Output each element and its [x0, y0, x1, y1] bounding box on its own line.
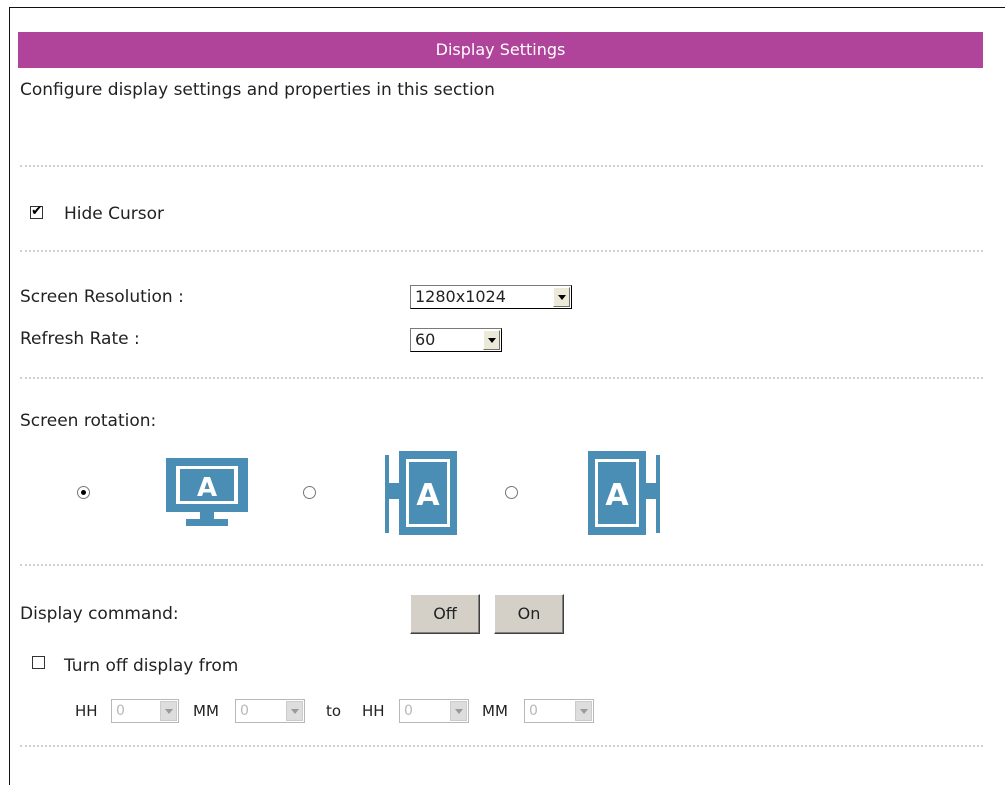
to-mm-label: MM	[482, 702, 508, 720]
display-on-button[interactable]: On	[494, 594, 564, 634]
portrait-right-letter: A	[605, 478, 629, 513]
chevron-down-icon[interactable]	[160, 701, 177, 721]
to-mm-value: 0	[529, 703, 538, 719]
refresh-rate-select[interactable]: 60	[410, 328, 502, 352]
divider	[20, 165, 983, 167]
portrait-right-icon[interactable]: A	[586, 449, 660, 537]
to-mm-select[interactable]: 0	[524, 699, 594, 723]
from-mm-value: 0	[240, 703, 249, 719]
divider	[20, 564, 983, 566]
divider	[20, 250, 983, 252]
from-hh-select[interactable]: 0	[111, 699, 179, 723]
screen-resolution-value: 1280x1024	[415, 287, 506, 306]
chevron-down-icon[interactable]	[553, 287, 570, 307]
screen-resolution-select[interactable]: 1280x1024	[410, 285, 572, 309]
chevron-down-icon[interactable]	[483, 330, 500, 350]
hide-cursor-label: Hide Cursor	[64, 204, 165, 224]
landscape-monitor-icon[interactable]: A	[164, 456, 250, 528]
screen-rotation-label: Screen rotation:	[20, 411, 157, 431]
from-hh-label: HH	[75, 702, 98, 720]
screen-resolution-label: Screen Resolution :	[20, 287, 184, 307]
portrait-left-icon[interactable]: A	[385, 449, 459, 537]
frame-top-border	[9, 7, 1005, 8]
portrait-left-letter: A	[416, 478, 440, 513]
check-icon: ✔	[31, 203, 43, 219]
section-header: Display Settings	[18, 32, 983, 68]
rotation-portrait-right-radio[interactable]	[505, 486, 518, 499]
chevron-down-icon[interactable]	[286, 701, 303, 721]
section-description: Configure display settings and propertie…	[20, 80, 495, 100]
refresh-rate-value: 60	[415, 330, 436, 349]
divider	[20, 745, 983, 747]
frame-left-border	[9, 7, 10, 785]
divider	[20, 377, 983, 379]
turn-off-display-checkbox[interactable]	[32, 656, 45, 669]
to-hh-label: HH	[362, 702, 385, 720]
chevron-down-icon[interactable]	[575, 701, 592, 721]
to-hh-value: 0	[404, 703, 413, 719]
display-command-label: Display command:	[20, 604, 179, 624]
turn-off-display-label: Turn off display from	[64, 656, 239, 676]
chevron-down-icon[interactable]	[450, 701, 467, 721]
to-hh-select[interactable]: 0	[399, 699, 469, 723]
rotation-landscape-radio[interactable]	[77, 486, 90, 499]
from-mm-label: MM	[193, 702, 219, 720]
display-off-button[interactable]: Off	[410, 594, 480, 634]
monitor-letter: A	[197, 473, 217, 503]
to-label: to	[326, 702, 342, 720]
from-hh-value: 0	[116, 703, 125, 719]
rotation-portrait-left-radio[interactable]	[303, 486, 316, 499]
refresh-rate-label: Refresh Rate :	[20, 329, 140, 349]
hide-cursor-checkbox[interactable]: ✔	[30, 203, 43, 219]
from-mm-select[interactable]: 0	[235, 699, 305, 723]
